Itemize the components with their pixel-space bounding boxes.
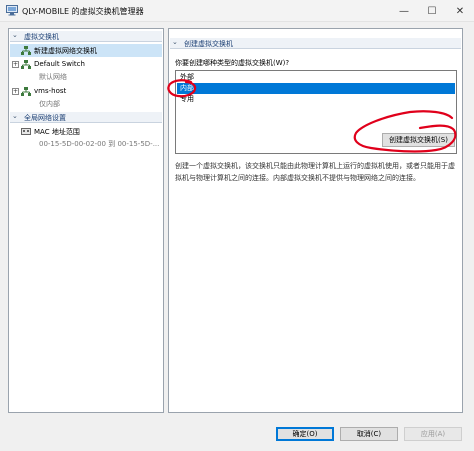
ok-button[interactable]: 确定(O) — [276, 427, 334, 441]
section-label: 全局网络设置 — [24, 114, 66, 122]
expand-icon[interactable]: + — [12, 88, 19, 95]
tree-item-sublabel: 00-15-5D-00-02-00 到 00-15-5D-... — [39, 140, 160, 148]
tree-item-label: Default Switch — [34, 60, 85, 68]
switch-tree-panel: ⌄ 虚拟交换机 新建虚拟网络交换机 + Default Switch 默认网络 … — [8, 28, 164, 413]
minimize-button[interactable]: — — [390, 0, 418, 22]
minimize-icon: — — [399, 5, 409, 17]
cancel-button[interactable]: 取消(C) — [340, 427, 398, 441]
title-bar: QLY-MOBILE 的虚拟交换机管理器 — ☐ ✕ — [0, 0, 474, 22]
create-switch-panel: ⌄ 创建虚拟交换机 你要创建哪种类型的虚拟交换机(W)? 外部 内部 专用 创建… — [168, 28, 463, 413]
maximize-icon: ☐ — [427, 5, 437, 17]
tree-item-sublabel: 仅内部 — [39, 100, 60, 108]
option-internal[interactable]: 内部 — [177, 83, 455, 94]
expand-icon[interactable]: + — [12, 61, 19, 68]
section-global-network-settings[interactable]: ⌄ 全局网络设置 — [10, 112, 162, 123]
tree-item-vms-host[interactable]: + vms-host — [10, 85, 162, 98]
tree-item-label: vms-host — [34, 87, 67, 95]
switch-manager-icon — [6, 5, 18, 16]
network-switch-icon — [21, 60, 31, 69]
apply-button[interactable]: 应用(A) — [404, 427, 462, 441]
chevron-down-icon: ⌄ — [172, 38, 178, 46]
switch-type-description: 创建一个虚拟交换机，该交换机只能由此物理计算机上运行的虚拟机使用，或者只能用于虚… — [175, 162, 455, 182]
tree-item-new-switch[interactable]: 新建虚拟网络交换机 — [10, 44, 162, 57]
option-external[interactable]: 外部 — [177, 72, 455, 83]
tree-item-label: MAC 地址范围 — [34, 128, 80, 136]
tree-item-mac-range[interactable]: MAC 地址范围 — [10, 125, 162, 138]
chevron-down-icon: ⌄ — [12, 112, 18, 120]
option-private[interactable]: 专用 — [177, 94, 455, 105]
maximize-button[interactable]: ☐ — [418, 0, 446, 22]
network-adapter-icon — [21, 128, 31, 135]
network-switch-icon — [21, 46, 31, 55]
tree-item-sublabel: 默认网络 — [39, 73, 67, 81]
create-virtual-switch-button[interactable]: 创建虚拟交换机(S) — [382, 133, 455, 147]
section-label: 虚拟交换机 — [24, 33, 59, 41]
create-switch-header[interactable]: ⌄ 创建虚拟交换机 — [170, 38, 461, 49]
window-title: QLY-MOBILE 的虚拟交换机管理器 — [22, 7, 144, 16]
network-switch-icon — [21, 87, 31, 96]
section-label: 创建虚拟交换机 — [184, 40, 233, 48]
tree-item-label: 新建虚拟网络交换机 — [34, 47, 97, 55]
close-icon: ✕ — [455, 5, 465, 17]
switch-type-prompt: 你要创建哪种类型的虚拟交换机(W)? — [175, 59, 290, 67]
section-virtual-switches[interactable]: ⌄ 虚拟交换机 — [10, 31, 162, 42]
close-button[interactable]: ✕ — [446, 0, 474, 22]
tree-item-default-switch[interactable]: + Default Switch — [10, 58, 162, 71]
chevron-down-icon: ⌄ — [12, 31, 18, 39]
